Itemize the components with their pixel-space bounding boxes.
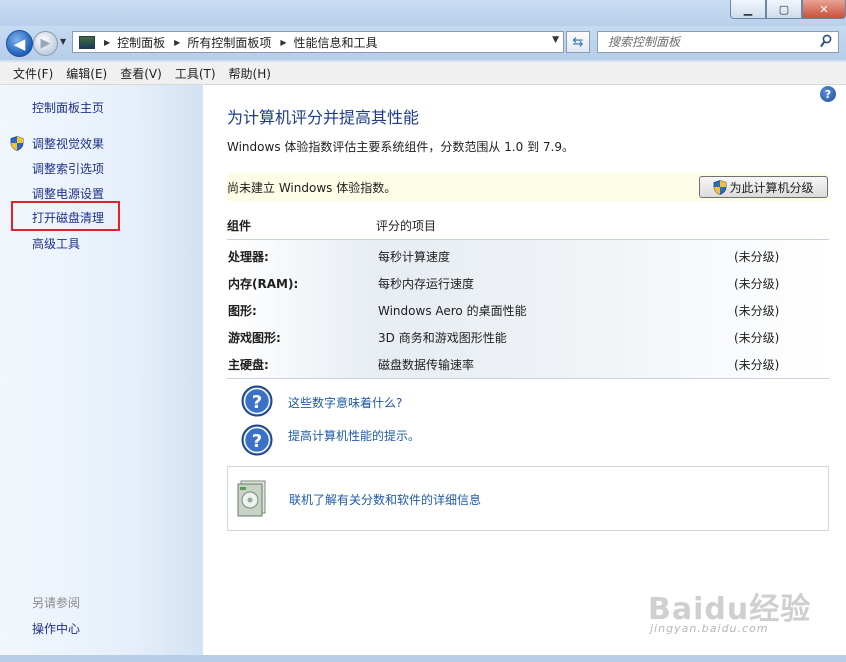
- uac-shield-icon: [10, 136, 24, 151]
- baidu-watermark-url: jingyan.baidu.com: [650, 622, 769, 635]
- table-row: 图形: Windows Aero 的桌面性能 (未分级): [227, 294, 829, 321]
- menu-help[interactable]: 帮助(H): [229, 65, 271, 82]
- window-bottom-border: [0, 655, 846, 662]
- link-performance-tips[interactable]: 提高计算机性能的提示。: [288, 427, 420, 444]
- disk-cleanup-highlight: [11, 201, 120, 231]
- row-item: 每秒计算速度: [378, 250, 451, 264]
- breadcrumb-all-items[interactable]: 所有控制面板项: [187, 34, 271, 51]
- table-row: 处理器: 每秒计算速度 (未分级): [227, 240, 829, 267]
- breadcrumb-separator-icon[interactable]: ▶: [280, 38, 286, 47]
- see-also-heading: 另请参阅: [32, 596, 81, 610]
- link-online-info[interactable]: 联机了解有关分数和软件的详细信息: [289, 491, 481, 508]
- sidebar-home-link[interactable]: 控制面板主页: [32, 99, 104, 116]
- breadcrumb-control-panel[interactable]: 控制面板: [117, 34, 165, 51]
- menu-bar: 文件(F) 编辑(E) 查看(V) 工具(T) 帮助(H): [0, 62, 846, 85]
- row-component: 内存(RAM):: [228, 277, 299, 291]
- score-table: 处理器: 每秒计算速度 (未分级) 内存(RAM): 每秒内存运行速度 (未分级…: [227, 239, 829, 379]
- control-panel-icon: [79, 35, 95, 49]
- search-icon[interactable]: [820, 34, 832, 48]
- table-row: 主硬盘: 磁盘数据传输速率 (未分级): [227, 348, 829, 375]
- minimize-button[interactable]: ▁: [730, 0, 766, 19]
- row-score: (未分级): [734, 331, 780, 345]
- question-help-icon: ?: [241, 385, 273, 417]
- row-score: (未分级): [734, 277, 780, 291]
- svg-text:?: ?: [252, 392, 262, 413]
- svg-text:?: ?: [252, 431, 262, 452]
- search-input[interactable]: 搜索控制面板: [597, 31, 839, 53]
- row-item: Windows Aero 的桌面性能: [378, 304, 527, 318]
- row-score: (未分级): [734, 358, 780, 372]
- back-button[interactable]: ◀: [6, 30, 33, 57]
- search-placeholder: 搜索控制面板: [608, 35, 681, 49]
- close-button[interactable]: ✕: [802, 0, 846, 19]
- row-component: 处理器:: [228, 250, 269, 264]
- uac-shield-icon: [714, 179, 727, 195]
- sidebar-item-power-settings[interactable]: 调整电源设置: [32, 185, 104, 202]
- row-component: 游戏图形:: [228, 331, 281, 345]
- sidebar-item-visual-effects[interactable]: 调整视觉效果: [32, 135, 104, 152]
- sidebar-item-action-center[interactable]: 操作中心: [32, 620, 80, 637]
- table-row: 游戏图形: 3D 商务和游戏图形性能 (未分级): [227, 321, 829, 348]
- column-header-rated-item: 评分的项目: [376, 219, 437, 233]
- menu-edit[interactable]: 编辑(E): [66, 65, 107, 82]
- row-component: 图形:: [228, 304, 257, 318]
- title-bar: ▁ ▢ ✕: [0, 0, 846, 26]
- page-description: Windows 体验指数评估主要系统组件，分数范围从 1.0 到 7.9。: [227, 140, 574, 154]
- row-score: (未分级): [734, 304, 780, 318]
- menu-file[interactable]: 文件(F): [13, 65, 53, 82]
- forward-button[interactable]: ▶: [33, 31, 58, 56]
- window-controls: ▁ ▢ ✕: [730, 0, 846, 19]
- question-help-icon: ?: [241, 424, 273, 456]
- menu-view[interactable]: 查看(V): [120, 65, 162, 82]
- sidebar-item-indexing-options[interactable]: 调整索引选项: [32, 160, 104, 177]
- address-dropdown-icon[interactable]: ▼: [552, 35, 559, 45]
- row-item: 磁盘数据传输速率: [378, 358, 475, 372]
- sidebar-item-advanced-tools[interactable]: 高级工具: [32, 235, 80, 252]
- help-icon[interactable]: ?: [820, 86, 836, 102]
- row-component: 主硬盘:: [228, 358, 269, 372]
- maximize-button[interactable]: ▢: [766, 0, 802, 19]
- rate-computer-button[interactable]: 为此计算机分级: [699, 176, 828, 198]
- table-row: 内存(RAM): 每秒内存运行速度 (未分级): [227, 267, 829, 294]
- software-box-icon: [237, 480, 266, 517]
- refresh-button[interactable]: ⇆: [566, 31, 590, 53]
- breadcrumb-performance[interactable]: 性能信息和工具: [294, 34, 378, 51]
- row-item: 每秒内存运行速度: [378, 277, 475, 291]
- table-header: 组件 评分的项目: [227, 214, 829, 239]
- breadcrumb-separator-icon[interactable]: ▶: [104, 38, 110, 47]
- row-item: 3D 商务和游戏图形性能: [378, 331, 507, 345]
- breadcrumb-separator-icon[interactable]: ▶: [174, 38, 180, 47]
- column-header-component: 组件: [227, 219, 252, 233]
- link-what-numbers-mean[interactable]: 这些数字意味着什么?: [288, 394, 402, 411]
- row-score: (未分级): [734, 250, 780, 264]
- address-bar[interactable]: ▶ 控制面板 ▶ 所有控制面板项 ▶ 性能信息和工具 ▼: [72, 31, 564, 53]
- rate-button-label: 为此计算机分级: [729, 180, 814, 195]
- recent-pages-dropdown-icon[interactable]: ▼: [60, 37, 66, 46]
- notice-text: 尚未建立 Windows 体验指数。: [227, 181, 397, 195]
- page-title: 为计算机评分并提高其性能: [227, 108, 420, 127]
- menu-tools[interactable]: 工具(T): [175, 65, 216, 82]
